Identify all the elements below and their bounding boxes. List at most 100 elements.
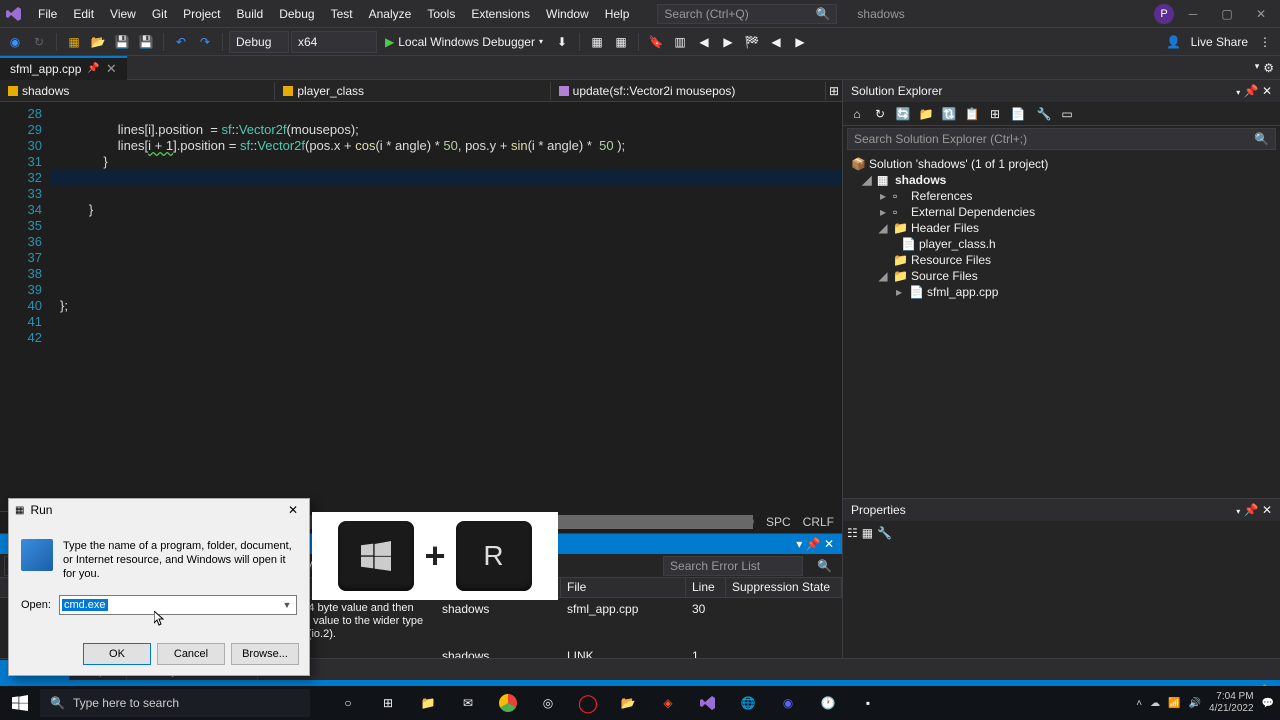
menu-test[interactable]: Test — [323, 3, 361, 25]
tool-icon-2[interactable]: ▦ — [610, 31, 632, 53]
forward-icon[interactable]: ↻ — [28, 31, 50, 53]
code-editor[interactable]: 282930313233343536373839404142 lines[i].… — [0, 102, 842, 511]
player-class-h[interactable]: 📄player_class.h — [847, 236, 1276, 252]
config-dropdown[interactable]: Debug — [229, 31, 289, 53]
ok-button[interactable]: OK — [83, 643, 151, 665]
close-icon[interactable]: ✕ — [824, 537, 834, 551]
tray-wifi-icon[interactable]: 📶 — [1168, 698, 1180, 709]
obs-icon[interactable]: ◎ — [528, 686, 568, 720]
platform-dropdown[interactable]: x64 — [291, 31, 377, 53]
menu-debug[interactable]: Debug — [271, 3, 322, 25]
menu-analyze[interactable]: Analyze — [361, 3, 420, 25]
alpha-icon[interactable]: ▦ — [862, 526, 873, 540]
tool-icon-6[interactable]: ▶ — [717, 31, 739, 53]
cortana-icon[interactable]: ○ — [328, 686, 368, 720]
clock-icon[interactable]: 🕐 — [808, 686, 848, 720]
menu-extensions[interactable]: Extensions — [463, 3, 538, 25]
resource-files-node[interactable]: 📁Resource Files — [847, 252, 1276, 268]
menu-window[interactable]: Window — [538, 3, 597, 25]
tray-up-icon[interactable]: ˄ — [1136, 698, 1142, 709]
split-icon[interactable]: ⊞ — [826, 84, 842, 98]
tray-cloud-icon[interactable]: ☁ — [1150, 698, 1160, 709]
properties-icon[interactable]: ⊞ — [985, 104, 1005, 124]
toolbar-overflow-icon[interactable]: ⋮ — [1254, 31, 1276, 53]
show-all-icon[interactable]: 📁 — [916, 104, 936, 124]
dropdown-icon[interactable]: ▾ — [1236, 88, 1240, 97]
maximize-button[interactable]: ▢ — [1212, 4, 1242, 24]
redo-icon[interactable]: ↷ — [194, 31, 216, 53]
cmd-icon[interactable]: ▪ — [848, 686, 888, 720]
combo-dropdown-icon[interactable]: ▼ — [280, 600, 294, 610]
user-avatar[interactable]: P — [1154, 4, 1174, 24]
tool-icon-5[interactable]: ◀ — [693, 31, 715, 53]
menu-edit[interactable]: Edit — [65, 3, 102, 25]
search-icon[interactable]: 🔍 — [817, 559, 832, 573]
tool-icon-3[interactable]: 🔖 — [645, 31, 667, 53]
view-icon[interactable]: ▭ — [1057, 104, 1077, 124]
header-files-node[interactable]: ◢📁Header Files — [847, 220, 1276, 236]
pin-icon[interactable]: 📌 — [87, 63, 99, 74]
explorer-icon[interactable]: 📁 — [408, 686, 448, 720]
error-search-input[interactable]: Search Error List — [663, 556, 803, 576]
prop-pages-icon[interactable]: 🔧 — [877, 526, 892, 540]
menu-view[interactable]: View — [102, 3, 144, 25]
scope-dropdown[interactable]: shadows — [0, 82, 275, 100]
close-icon[interactable]: ✕ — [1262, 503, 1272, 517]
collapse-icon[interactable]: 📋 — [962, 104, 982, 124]
run-dialog-titlebar[interactable]: ▦ Run ✕ — [9, 499, 309, 521]
menu-git[interactable]: Git — [144, 3, 175, 25]
menu-help[interactable]: Help — [597, 3, 638, 25]
vs-icon[interactable] — [688, 686, 728, 720]
refresh-icon[interactable]: 🔃 — [939, 104, 959, 124]
live-share-label[interactable]: Live Share — [1191, 35, 1248, 49]
tab-dropdown-icon[interactable]: ▾ — [1255, 61, 1260, 75]
close-icon[interactable]: ✕ — [283, 503, 303, 517]
tool-icon-8[interactable]: ◀ — [765, 31, 787, 53]
notifications-icon[interactable]: 💬 — [1262, 698, 1274, 709]
taskbar-search[interactable]: 🔍 Type here to search — [40, 689, 310, 717]
external-deps-node[interactable]: ▸▫External Dependencies — [847, 204, 1276, 220]
properties-title[interactable]: Properties ▾ 📌 ✕ — [843, 499, 1280, 521]
solution-root[interactable]: 📦Solution 'shadows' (1 of 1 project) — [847, 156, 1276, 172]
pin-icon[interactable]: 📌 — [1244, 503, 1259, 517]
references-node[interactable]: ▸▫References — [847, 188, 1276, 204]
class-dropdown[interactable]: player_class — [275, 82, 550, 100]
discord-icon[interactable]: ◉ — [768, 686, 808, 720]
tool-icon-7[interactable]: 🏁 — [741, 31, 763, 53]
categorize-icon[interactable]: ☷ — [847, 526, 858, 540]
browse-button[interactable]: Browse... — [231, 643, 299, 665]
solution-explorer-title[interactable]: Solution Explorer ▾ 📌 ✕ — [843, 80, 1280, 102]
start-button[interactable] — [0, 686, 40, 720]
col-suppression-header[interactable]: Suppression State — [726, 578, 842, 597]
sync-icon[interactable]: 🔄 — [893, 104, 913, 124]
menu-tools[interactable]: Tools — [419, 3, 463, 25]
col-file-header[interactable]: File — [561, 578, 686, 597]
method-dropdown[interactable]: update(sf::Vector2i mousepos) — [551, 82, 826, 100]
tool-icon-9[interactable]: ▶ — [789, 31, 811, 53]
cancel-button[interactable]: Cancel — [157, 643, 225, 665]
global-search-input[interactable]: Search (Ctrl+Q) 🔍 — [657, 4, 837, 24]
undo-icon[interactable]: ↶ — [170, 31, 192, 53]
pin-icon[interactable]: 📌 — [1244, 84, 1259, 98]
preview-icon[interactable]: 📄 — [1008, 104, 1028, 124]
dropdown-icon[interactable]: ▾ — [1236, 507, 1240, 516]
source-files-node[interactable]: ◢📁Source Files — [847, 268, 1276, 284]
wrench-icon[interactable]: 🔧 — [1034, 104, 1054, 124]
task-view-icon[interactable]: ⊞ — [368, 686, 408, 720]
menu-build[interactable]: Build — [229, 3, 272, 25]
tab-settings-icon[interactable]: ⚙ — [1263, 61, 1274, 75]
pin-icon[interactable]: ▾ 📌 — [796, 537, 820, 551]
menu-project[interactable]: Project — [175, 3, 228, 25]
toggle-icon[interactable]: ↻ — [870, 104, 890, 124]
app-icon[interactable]: 🌐 — [728, 686, 768, 720]
solution-search-input[interactable]: Search Solution Explorer (Ctrl+;) 🔍 — [847, 128, 1276, 150]
code-content[interactable]: lines[i].position = sf::Vector2f(mousepo… — [50, 102, 842, 511]
open-icon[interactable]: 📂 — [87, 31, 109, 53]
tray-volume-icon[interactable]: 🔊 — [1189, 698, 1201, 709]
chrome-icon[interactable] — [488, 686, 528, 720]
save-all-icon[interactable]: 💾 — [135, 31, 157, 53]
back-icon[interactable]: ◉ — [4, 31, 26, 53]
menu-file[interactable]: File — [30, 3, 65, 25]
col-line-header[interactable]: Line — [686, 578, 726, 597]
project-node[interactable]: ◢▦shadows — [847, 172, 1276, 188]
